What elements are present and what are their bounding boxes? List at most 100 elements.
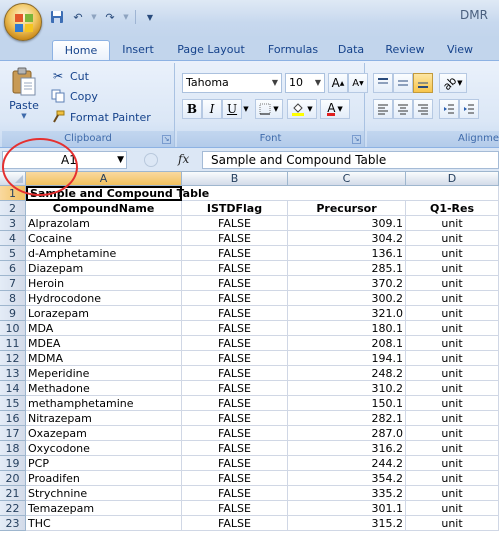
cell[interactable]: unit xyxy=(406,426,499,441)
insert-function-button[interactable]: fx xyxy=(178,152,189,166)
cell[interactable]: 309.1 xyxy=(288,216,406,231)
cell[interactable]: FALSE xyxy=(182,306,288,321)
formula-input[interactable]: Sample and Compound Table xyxy=(202,151,499,169)
cell[interactable]: unit xyxy=(406,261,499,276)
align-center-button[interactable] xyxy=(393,99,413,119)
cell[interactable]: 150.1 xyxy=(288,396,406,411)
cell[interactable]: FALSE xyxy=(182,231,288,246)
paste-button[interactable]: Paste ▼ xyxy=(6,67,42,127)
cell[interactable]: MDA xyxy=(26,321,182,336)
undo-dropdown-icon[interactable]: ▼ xyxy=(90,8,98,26)
cell[interactable]: unit xyxy=(406,516,499,531)
cell[interactable]: Meperidine xyxy=(26,366,182,381)
row-header[interactable]: 12 xyxy=(0,351,26,366)
cell[interactable]: FALSE xyxy=(182,411,288,426)
align-middle-button[interactable] xyxy=(393,73,413,93)
cell[interactable]: unit xyxy=(406,336,499,351)
orientation-button[interactable]: ab ▼ xyxy=(439,73,467,93)
cell[interactable]: FALSE xyxy=(182,276,288,291)
row-header[interactable]: 5 xyxy=(0,246,26,261)
column-header-d[interactable]: D xyxy=(406,172,499,186)
cell[interactable]: FALSE xyxy=(182,396,288,411)
cell[interactable]: FALSE xyxy=(182,441,288,456)
cell[interactable]: unit xyxy=(406,306,499,321)
bold-button[interactable]: B xyxy=(182,99,202,119)
cell[interactable]: unit xyxy=(406,291,499,306)
paste-dropdown-icon[interactable]: ▼ xyxy=(6,112,42,120)
cell[interactable]: 300.2 xyxy=(288,291,406,306)
cell[interactable]: FALSE xyxy=(182,336,288,351)
cut-button[interactable]: ✂ Cut xyxy=(50,67,89,85)
tab-page-layout[interactable]: Page Layout xyxy=(168,40,254,60)
tab-review[interactable]: Review xyxy=(378,40,432,60)
column-title-cell[interactable]: CompoundName xyxy=(26,201,182,216)
borders-button[interactable]: ▼ xyxy=(255,99,283,119)
cell[interactable]: 244.2 xyxy=(288,456,406,471)
cell[interactable]: Alprazolam xyxy=(26,216,182,231)
cell[interactable]: Oxazepam xyxy=(26,426,182,441)
cell[interactable]: d-Amphetamine xyxy=(26,246,182,261)
cell[interactable] xyxy=(288,186,406,201)
cell[interactable]: FALSE xyxy=(182,261,288,276)
redo-icon[interactable]: ↷ xyxy=(101,8,119,26)
cell[interactable]: THC xyxy=(26,516,182,531)
row-header[interactable]: 19 xyxy=(0,456,26,471)
cell[interactable]: unit xyxy=(406,276,499,291)
cell[interactable]: 370.2 xyxy=(288,276,406,291)
cell[interactable]: 304.2 xyxy=(288,231,406,246)
cell[interactable]: unit xyxy=(406,456,499,471)
cell[interactable]: 335.2 xyxy=(288,486,406,501)
cell[interactable]: unit xyxy=(406,411,499,426)
cell[interactable]: 316.2 xyxy=(288,441,406,456)
grow-font-button[interactable]: A ▲ xyxy=(328,73,348,93)
clipboard-dialog-launcher-icon[interactable]: ↘ xyxy=(162,135,171,144)
tab-data[interactable]: Data xyxy=(332,40,370,60)
row-header[interactable]: 7 xyxy=(0,276,26,291)
cell[interactable]: FALSE xyxy=(182,246,288,261)
row-header[interactable]: 20 xyxy=(0,471,26,486)
cancel-entry-icon[interactable] xyxy=(144,153,158,167)
cell[interactable]: 285.1 xyxy=(288,261,406,276)
cell[interactable]: 310.2 xyxy=(288,381,406,396)
cell[interactable]: 208.1 xyxy=(288,336,406,351)
row-header[interactable]: 18 xyxy=(0,441,26,456)
save-icon[interactable] xyxy=(48,8,66,26)
column-title-cell[interactable]: ISTDFlag xyxy=(182,201,288,216)
cell[interactable]: Proadifen xyxy=(26,471,182,486)
column-header-b[interactable]: B xyxy=(182,172,288,186)
cell[interactable]: FALSE xyxy=(182,501,288,516)
row-header[interactable]: 14 xyxy=(0,381,26,396)
undo-icon[interactable]: ↶ xyxy=(69,8,87,26)
cell[interactable]: 180.1 xyxy=(288,321,406,336)
cell[interactable]: Lorazepam xyxy=(26,306,182,321)
cell[interactable]: FALSE xyxy=(182,351,288,366)
tab-home[interactable]: Home xyxy=(52,40,110,60)
cell[interactable]: unit xyxy=(406,501,499,516)
font-name-select[interactable]: Tahoma ▼ xyxy=(182,73,282,93)
format-painter-button[interactable]: Format Painter xyxy=(50,108,151,126)
row-header[interactable]: 6 xyxy=(0,261,26,276)
cell[interactable]: unit xyxy=(406,486,499,501)
cell[interactable]: PCP xyxy=(26,456,182,471)
column-header-c[interactable]: C xyxy=(288,172,406,186)
row-header[interactable]: 21 xyxy=(0,486,26,501)
align-bottom-button[interactable] xyxy=(413,73,433,93)
shrink-font-button[interactable]: A ▼ xyxy=(348,73,368,93)
cell[interactable]: FALSE xyxy=(182,321,288,336)
cell[interactable]: unit xyxy=(406,381,499,396)
cell[interactable]: Cocaine xyxy=(26,231,182,246)
column-title-cell[interactable]: Q1-Res xyxy=(406,201,499,216)
cell[interactable]: 282.1 xyxy=(288,411,406,426)
customize-icon[interactable]: ▼ xyxy=(141,8,159,26)
cell[interactable]: unit xyxy=(406,441,499,456)
row-header[interactable]: 8 xyxy=(0,291,26,306)
cell[interactable]: FALSE xyxy=(182,516,288,531)
cell[interactable]: unit xyxy=(406,351,499,366)
row-header[interactable]: 16 xyxy=(0,411,26,426)
cell[interactable]: Strychnine xyxy=(26,486,182,501)
cell[interactable]: 321.0 xyxy=(288,306,406,321)
font-size-select[interactable]: 10 ▼ xyxy=(285,73,325,93)
font-color-button[interactable]: A ▼ xyxy=(320,99,350,119)
cell[interactable]: unit xyxy=(406,216,499,231)
fill-color-button[interactable]: ▼ xyxy=(287,99,317,119)
